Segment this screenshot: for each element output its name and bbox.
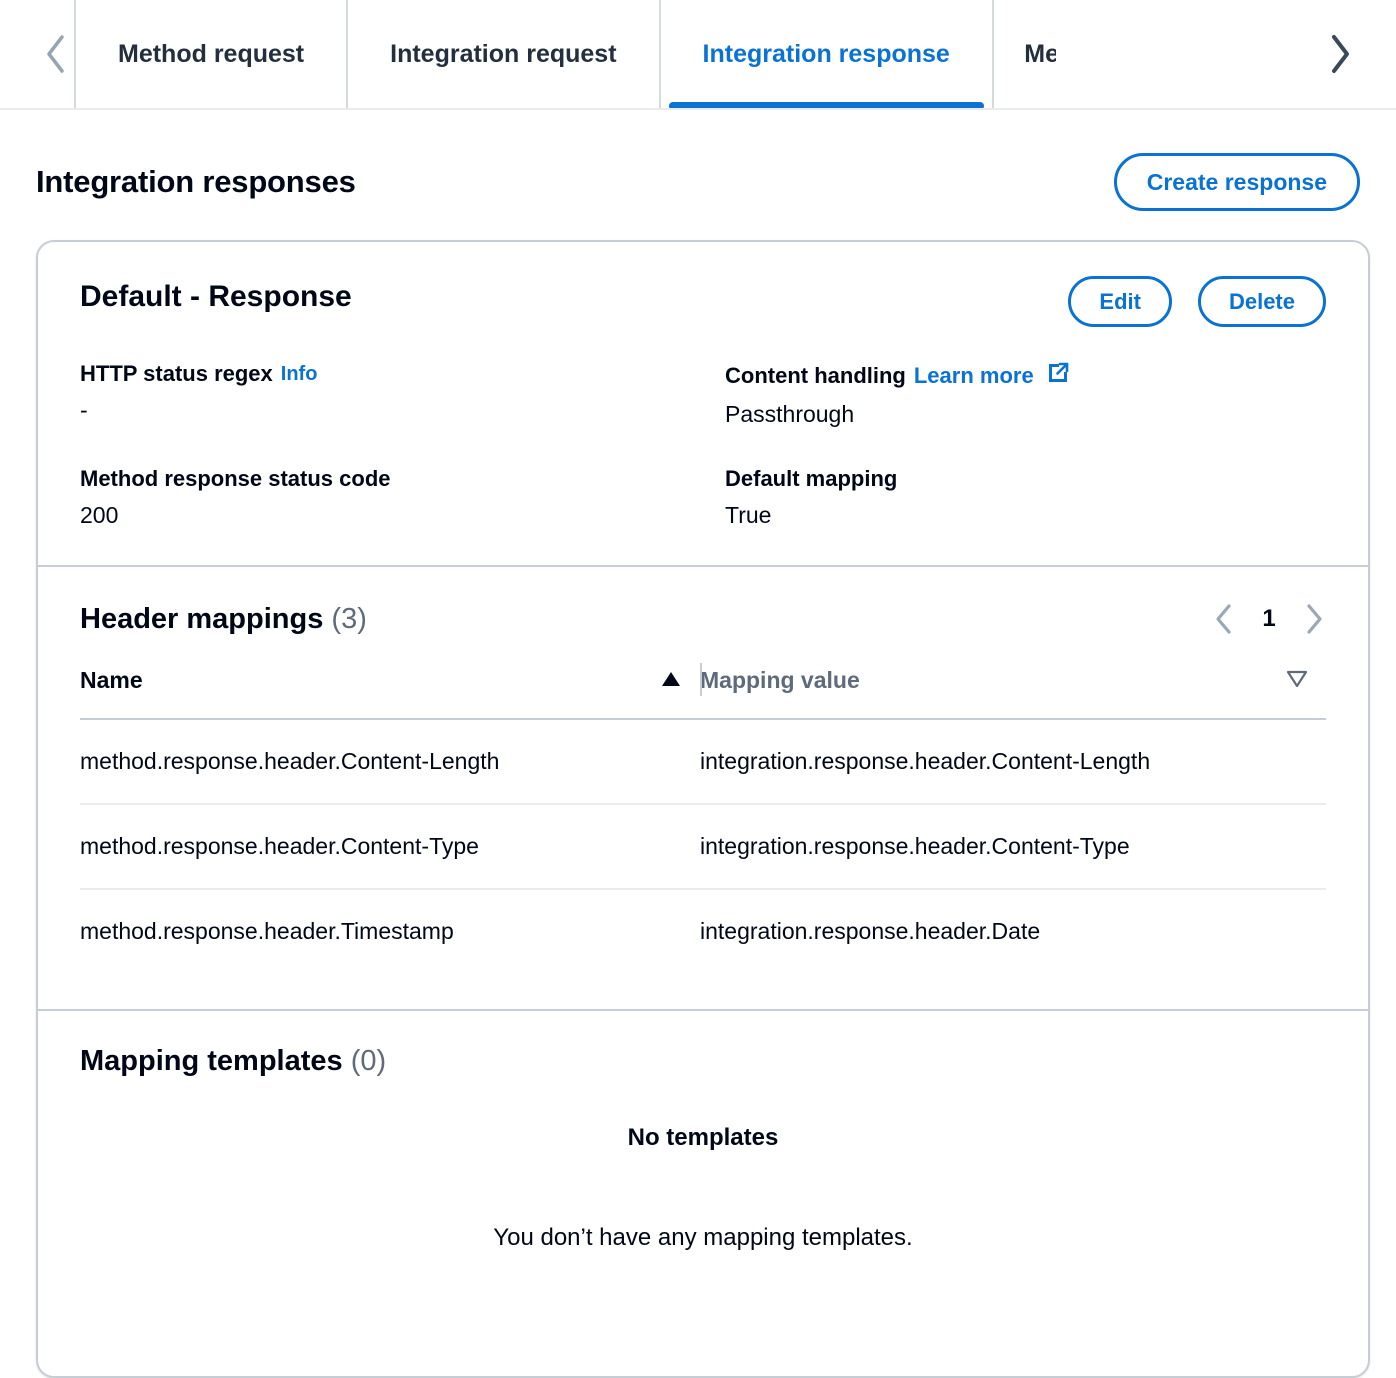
section-title-text: Mapping templates xyxy=(80,1045,343,1078)
mapping-templates-title: Mapping templates (0) xyxy=(80,1045,1326,1078)
sort-ascending-triangle-icon xyxy=(660,667,682,694)
info-link[interactable]: Info xyxy=(281,363,318,386)
tab-label: Method request xyxy=(118,39,305,68)
detail-label: Method response status code xyxy=(80,466,725,492)
pagination-previous-button[interactable] xyxy=(1212,601,1236,637)
detail-value: True xyxy=(725,502,772,529)
cell-mapping-value: integration.response.header.Content-Type xyxy=(700,804,1326,891)
column-header-mapping-value[interactable]: Mapping value xyxy=(700,663,1326,721)
response-summary-section: Default - Response Edit Delete HTTP stat… xyxy=(38,242,1368,565)
table-row: method.response.header.Content-Type inte… xyxy=(80,804,1326,891)
detail-label-text: Method response status code xyxy=(80,466,391,492)
tab-integration-response[interactable]: Integration response xyxy=(658,0,992,108)
detail-label-text: Default mapping xyxy=(725,466,898,492)
header-mappings-count: (3) xyxy=(331,602,367,635)
detail-label-text: HTTP status regex xyxy=(80,361,273,387)
detail-value: Passthrough xyxy=(725,401,855,428)
detail-value: 200 xyxy=(80,502,119,529)
tab-label: Integration request xyxy=(390,39,617,68)
header-mappings-table: Name Mapping value method.response.heade… xyxy=(80,663,1326,973)
header-mappings-title: Header mappings (3) xyxy=(80,603,367,636)
table-row: method.response.header.Timestamp integra… xyxy=(80,889,1326,973)
learn-more-link[interactable]: Learn more xyxy=(914,363,1034,389)
mapping-templates-count: (0) xyxy=(350,1045,387,1078)
page-header: Integration responses Create response xyxy=(0,110,1396,218)
detail-http-status-regex: HTTP status regex Info - xyxy=(80,361,725,428)
pagination-current-page[interactable]: 1 xyxy=(1262,605,1276,633)
chevron-left-icon xyxy=(1216,604,1231,634)
tab-method-request[interactable]: Method request xyxy=(74,0,346,108)
page-title: Integration responses xyxy=(36,164,356,199)
pagination-next-button[interactable] xyxy=(1302,601,1326,637)
header-mappings-pagination: 1 xyxy=(1212,601,1326,637)
chevron-right-icon xyxy=(1307,604,1322,634)
response-detail-grid: HTTP status regex Info - Content handlin… xyxy=(80,361,1326,529)
tab-integration-request[interactable]: Integration request xyxy=(346,0,658,108)
external-link-icon[interactable] xyxy=(1046,361,1070,391)
empty-state-title: No templates xyxy=(627,1124,779,1152)
integration-response-card: Default - Response Edit Delete HTTP stat… xyxy=(36,240,1370,1378)
response-card-header: Default - Response Edit Delete xyxy=(80,276,1326,328)
delete-button[interactable]: Delete xyxy=(1197,276,1326,328)
table-head: Name Mapping value xyxy=(80,663,1326,721)
tab-label: Integration response xyxy=(702,39,950,68)
edit-button[interactable]: Edit xyxy=(1068,276,1172,328)
cell-name: method.response.header.Timestamp xyxy=(80,918,454,945)
cell-mapping-value: integration.response.header.Date xyxy=(700,918,1041,945)
detail-default-mapping: Default mapping True xyxy=(725,466,1326,529)
tab-list: Method request Integration request Integ… xyxy=(74,0,1322,108)
header-mappings-header: Header mappings (3) 1 xyxy=(80,601,1326,637)
empty-state-description: You don’t have any mapping templates. xyxy=(493,1224,913,1252)
create-response-button[interactable]: Create response xyxy=(1113,152,1360,212)
sort-descending-triangle-icon xyxy=(1286,667,1308,694)
detail-label-text: Content handling xyxy=(725,363,906,389)
column-header-name[interactable]: Name xyxy=(80,667,700,721)
tab-scroll-left-button[interactable] xyxy=(36,0,74,108)
cell-name: method.response.header.Content-Length xyxy=(80,719,700,806)
cell-name: method.response.header.Content-Type xyxy=(80,804,700,891)
tab-scroll-right-button[interactable] xyxy=(1322,0,1360,108)
table-body: method.response.header.Content-Length in… xyxy=(80,719,1326,973)
tab-method-response[interactable]: Met xyxy=(991,0,1056,108)
table-header-row: Name Mapping value xyxy=(80,663,1326,721)
header-mappings-section: Header mappings (3) 1 Name Mapping value… xyxy=(38,565,1368,1009)
tab-label: Met xyxy=(1024,39,1056,68)
mapping-templates-section: Mapping templates (0) No templates You d… xyxy=(38,1009,1368,1376)
detail-content-handling: Content handling Learn more Passthrough xyxy=(725,361,1326,428)
tab-bar: Method request Integration request Integ… xyxy=(0,0,1396,110)
column-header-label: Name xyxy=(80,667,143,694)
section-title-text: Header mappings xyxy=(80,602,324,635)
detail-label: HTTP status regex Info xyxy=(80,361,725,387)
cell-mapping-value: integration.response.header.Content-Leng… xyxy=(700,719,1326,806)
detail-value: - xyxy=(80,397,88,424)
detail-label: Content handling Learn more xyxy=(725,361,1326,391)
response-card-actions: Edit Delete xyxy=(1068,276,1326,328)
detail-label: Default mapping xyxy=(725,466,1326,492)
column-header-label: Mapping value xyxy=(700,667,860,694)
response-card-title: Default - Response xyxy=(80,280,352,313)
mapping-templates-empty-state: No templates You don’t have any mapping … xyxy=(80,1078,1326,1340)
table-row: method.response.header.Content-Length in… xyxy=(80,719,1326,806)
chevron-left-icon xyxy=(47,35,64,73)
chevron-right-icon xyxy=(1332,35,1349,73)
detail-method-response-status-code: Method response status code 200 xyxy=(80,466,725,529)
